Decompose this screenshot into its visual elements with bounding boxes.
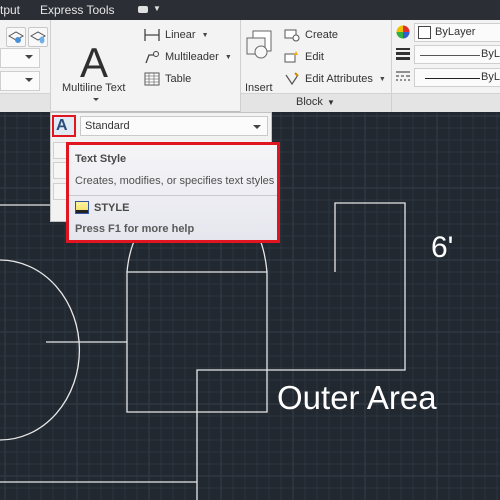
lineweight-sample [420,55,480,56]
tooltip-command: STYLE [94,202,130,214]
chevron-down-icon [25,78,33,82]
caret-down-icon: ▼ [201,31,209,39]
table-button[interactable]: Table [144,72,191,86]
dimension-label[interactable]: 6' [431,231,453,265]
pin-icon[interactable] [53,204,67,221]
edit-block-icon [284,51,298,63]
toggle-icon [138,6,148,13]
tooltip-divider [69,195,277,196]
tab-express-tools[interactable]: Express Tools [40,3,114,17]
tooltip-help: Press F1 for more help [75,223,195,235]
linetype-combo[interactable]: ByLa [414,68,500,87]
panel-separator [50,20,51,112]
caret-down-icon: ▼ [378,75,386,83]
linetype-sample [425,78,480,79]
caret-down-icon [93,98,99,101]
ribbon: A Multiline Text Linear ▼ Multileader ▼ … [0,20,500,112]
text-style-button[interactable]: A [52,115,76,137]
outer-area-label[interactable]: Outer Area [277,379,437,417]
command-icon [75,201,89,214]
layer-gear-icon [7,31,25,43]
text-style-combo[interactable]: Standard [80,116,268,136]
linear-label: Linear [165,29,196,41]
layer-settings-button[interactable] [6,27,26,47]
chevron-down-icon [25,55,33,59]
dimension-style-button[interactable] [53,142,67,159]
block-panel-title[interactable]: Block [296,96,323,108]
text-style-value: Standard [85,120,130,132]
lineweight-combo[interactable]: ByLa [414,45,500,64]
table-icon [144,72,160,86]
ribbon-tab-bar: tput Express Tools ▼ [0,0,500,20]
table-label: Table [165,73,192,85]
multiline-text-button[interactable]: Multiline Text [62,82,125,94]
color-wheel-icon [396,25,410,39]
color-combo[interactable]: ByLayer [414,23,500,42]
multileader-icon [145,51,159,64]
tab-output[interactable]: tput [0,3,20,17]
edit-attributes-button[interactable]: Edit Attributes ▼ [284,72,386,86]
properties-panel-footer [392,93,500,112]
tooltip: Text Style Creates, modifies, or specifi… [66,142,280,243]
edit-block-button[interactable]: Edit [284,50,324,64]
tooltip-title: Text Style [75,153,127,165]
caret-down-icon: ▼ [224,53,232,61]
layer-light-button[interactable] [28,27,48,47]
workspace-switch-button[interactable]: ▼ [138,3,162,15]
table-style-button[interactable] [53,183,67,200]
lineweight-icon [396,48,410,60]
multileader-label: Multileader [165,51,219,63]
linetype-icon [396,71,410,81]
caret-down-icon: ▼ [153,4,161,13]
linear-dimension-button[interactable]: Linear ▼ [144,28,209,42]
color-swatch [418,26,431,39]
create-label: Create [305,29,339,41]
insert-block-icon[interactable] [245,30,275,62]
layers-panel-footer [0,93,50,112]
chevron-down-icon [253,125,261,129]
color-value: ByLayer [435,26,476,38]
edit-label: Edit [305,51,324,63]
layer-combo-1[interactable] [0,48,40,68]
linetype-value: ByLa [481,71,500,83]
text-style-icon: A [56,117,68,134]
edit-attributes-label: Edit Attributes [305,73,373,85]
linear-dimension-icon [144,29,160,41]
layer-combo-2[interactable] [0,71,40,91]
multiline-text-icon[interactable]: A [80,42,108,84]
multileader-style-button[interactable] [53,162,67,179]
multileader-button[interactable]: Multileader ▼ [144,50,232,64]
caret-down-icon: ▼ [327,98,335,107]
create-block-button[interactable]: Create [284,28,338,42]
circle-arc [0,259,81,441]
edit-attributes-icon [285,72,299,86]
tooltip-description: Creates, modifies, or specifies text sty… [75,175,275,187]
create-block-icon [284,29,300,42]
layer-bulb-icon [29,31,47,44]
lineweight-value: ByLa [481,48,500,60]
